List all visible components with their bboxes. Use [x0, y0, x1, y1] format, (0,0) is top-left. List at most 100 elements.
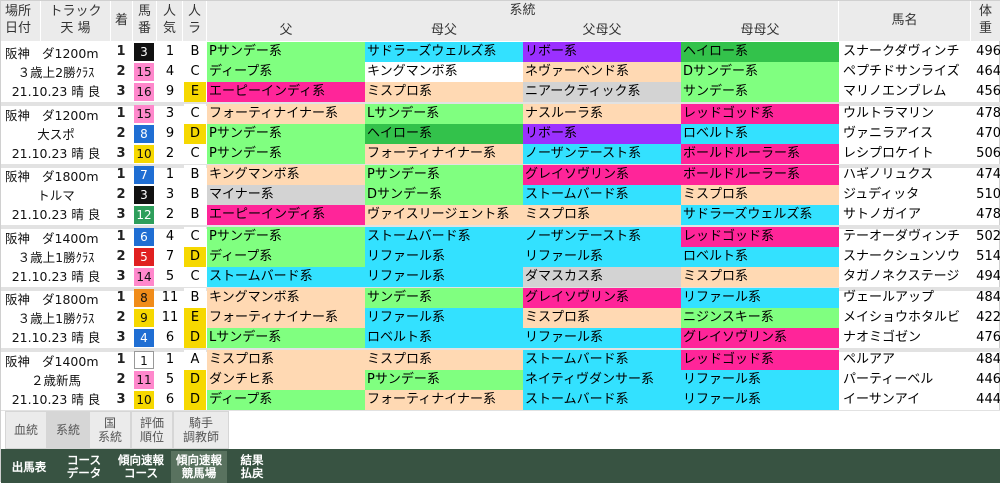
result-row[interactable]: 3 10 6 D ディープ系 フォーティナイナー系 ストームバード系 リファール系 イーサンアイ…	[111, 389, 1000, 410]
nav-entries[interactable]: 出馬表	[5, 451, 53, 483]
race-date: 21.10.23 晴 良	[11, 207, 101, 222]
horse-name[interactable]: ハギノリュクス	[841, 165, 971, 185]
race-date: 21.10.23 晴 良	[11, 330, 101, 345]
header-weight: 体 重	[971, 1, 1000, 41]
header-num: 馬 番	[133, 1, 157, 41]
horse-name[interactable]: ヴァニラアイス	[841, 124, 971, 144]
rating-letter: D	[184, 389, 206, 410]
horse-weight: 444	[976, 391, 1000, 407]
sire-dam-sire-lineage: リファール系	[523, 246, 681, 267]
result-row[interactable]: 3 12 2 B エーピーインディ系 ヴァイスリージェント系 ミスプロ系 サドラーズウェルズ系…	[111, 205, 1000, 225]
horse-name[interactable]: ペプチドサンライズ	[841, 62, 971, 82]
horse-name[interactable]: メイショウホタルビ	[841, 308, 971, 328]
horse-name[interactable]: スナークシュンソウ	[841, 247, 971, 267]
header-weight-top: 体	[978, 4, 992, 19]
nav-course-data[interactable]: コース データ	[57, 451, 111, 483]
result-row[interactable]: 1 3 1 B Pサンデー系 サドラーズウェルズ系 リボー系 ヘイロー系 スナークダヴィンチ 49…	[111, 42, 1000, 62]
result-row[interactable]: 1 1 1 A ミスプロ系 ミスプロ系 ストームバード系 レッドゴッド系 ペルアア 484	[111, 349, 1000, 370]
rating-letter: B	[184, 165, 206, 185]
horse-number-badge: 10	[134, 390, 154, 409]
race-block: 阪神 ダ1400m ２歳新馬 21.10.23 晴 良 1 1 1 A ミスプロ系 ミスプロ系 スト…	[1, 349, 1000, 414]
popularity: 2	[165, 207, 175, 222]
horse-name[interactable]: パーティーベル	[841, 370, 971, 390]
result-row[interactable]: 3 4 6 D Lサンデー系 ロベルト系 リファール系 グレイソヴリン系 ナオミゴゼン 476	[111, 328, 1000, 348]
horse-name[interactable]: タガノネクステージ	[841, 267, 971, 287]
dam-sire-lineage: ストームバード系	[365, 226, 523, 247]
result-row[interactable]: 3 10 2 C Pサンデー系 フォーティナイナー系 ノーザンテースト系 ボールドルーラー系レ…	[111, 143, 1000, 164]
tab-bloodline[interactable]: 血統	[5, 411, 47, 449]
race-class: トルマ	[37, 188, 75, 203]
finish-rank: 2	[116, 64, 126, 79]
horse-name[interactable]: スナークダヴィンチ	[841, 42, 971, 62]
dam-sire-lineage: サンデー系	[365, 288, 523, 308]
result-row[interactable]: 2 5 7 D ディープ系 リファール系 リファール系 ロベルト系 スナークシュンソウ 514	[111, 246, 1000, 267]
race-block: 阪神 ダ1800m トルマ 21.10.23 晴 良 1 7 1 B キングマンボ系 Pサンデー系…	[1, 165, 1000, 229]
sire-lineage: Pサンデー系	[207, 226, 365, 247]
result-row[interactable]: 2 8 9 D Pサンデー系 ヘイロー系 リボー系 ロベルト系 ヴァニラアイス 470	[111, 123, 1000, 144]
dam-sire-lineage: リファール系	[365, 308, 523, 328]
header-dam-dam-sire: 母母父	[740, 23, 780, 38]
result-row[interactable]: 1 8 11 B キングマンボ系 サンデー系 グレイソヴリン系 リファール系 ヴェールアップ 48…	[111, 288, 1000, 308]
rating-letter: C	[184, 226, 206, 247]
sire-dam-sire-lineage: リボー系	[523, 123, 681, 144]
nav-label: コース データ	[66, 453, 102, 480]
result-row[interactable]: 2 11 5 D ダンチヒ系 Pサンデー系 ネイティヴダンサー系 リファール系 パーティーベル 4…	[111, 369, 1000, 390]
rating-letter: B	[184, 185, 206, 205]
horse-name[interactable]: マリノエンブレム	[841, 82, 971, 102]
dam-sire-lineage: ミスプロ系	[365, 82, 523, 102]
horse-name[interactable]: ナオミゴゼン	[841, 328, 971, 348]
result-row[interactable]: 2 15 4 C ディープ系 キングマンボ系 ネヴァーベンド系 Dサンデー系 ペプチドサンライズ…	[111, 62, 1000, 82]
tab-lineage[interactable]: 系統	[47, 411, 89, 449]
popularity: 1	[165, 44, 175, 59]
horse-name[interactable]: イーサンアイ	[841, 390, 971, 410]
horse-name[interactable]: ペルアア	[841, 350, 971, 370]
horse-number-badge: 3	[134, 186, 154, 204]
race-info: 阪神 ダ1400m ２歳新馬 21.10.23 晴 良	[1, 350, 111, 410]
dam-dam-sire-lineage: ボールドルーラー系	[681, 165, 839, 185]
finish-rank: 1	[116, 44, 126, 59]
horse-name[interactable]: サトノガイア	[841, 205, 971, 225]
dam-dam-sire-lineage: Dサンデー系	[681, 62, 839, 82]
sire-lineage: Lサンデー系	[207, 328, 365, 348]
horse-weight: 422	[976, 310, 1000, 325]
tab-country-lineage[interactable]: 国系統	[89, 411, 131, 449]
popularity: 7	[165, 248, 175, 264]
horse-number-badge: 3	[134, 43, 154, 61]
horse-name[interactable]: テーオーダヴィンチ	[841, 227, 971, 247]
result-row[interactable]: 2 3 3 B マイナー系 Dサンデー系 ストームバード系 ミスプロ系 ジュディッタ 510	[111, 185, 1000, 205]
finish-rank: 2	[116, 125, 126, 141]
popularity: 1	[165, 351, 175, 367]
race-class: ３歳上1勝ｸﾗｽ	[17, 311, 95, 326]
dam-dam-sire-lineage: ヘイロー系	[681, 42, 839, 62]
result-row[interactable]: 1 15 3 C フォーティナイナー系 Lサンデー系 ナスルーラ系 レッドゴッド系 ウルトラマリ…	[111, 103, 1000, 124]
result-row[interactable]: 1 7 1 B キングマンボ系 Pサンデー系 グレイソヴリン系 ボールドルーラー系 ハギノリュク…	[111, 165, 1000, 185]
finish-rank: 3	[116, 84, 126, 99]
sire-lineage: ストームバード系	[207, 266, 365, 287]
race-class: ３歳上1勝ｸﾗｽ	[17, 249, 95, 265]
tab-label: 国系統	[97, 416, 122, 444]
result-row[interactable]: 1 6 4 C Pサンデー系 ストームバード系 ノーザンテースト系 レッドゴッド系 テーオーダヴ…	[111, 226, 1000, 247]
horse-number-badge: 5	[134, 247, 154, 266]
horse-name[interactable]: ヴェールアップ	[841, 288, 971, 308]
rating-letter: B	[184, 205, 206, 225]
result-row[interactable]: 3 14 5 C ストームバード系 リファール系 ダマスカス系 ミスプロ系 タガノネクステージ 4…	[111, 266, 1000, 287]
horse-name[interactable]: レシプロケイト	[841, 144, 971, 164]
nav-trend-venue[interactable]: 傾向速報 競馬場	[171, 451, 227, 483]
lineage-tabs: 血統 系統 国系統 評価 順位 騎手 調教師	[1, 411, 1000, 449]
sire-dam-sire-lineage: ネイティヴダンサー系	[523, 369, 681, 390]
tab-jockey-trainer[interactable]: 騎手 調教師	[173, 411, 229, 449]
result-row[interactable]: 3 16 9 E エーピーインディ系 ミスプロ系 ニアークティック系 サンデー系 マリノエンブレ…	[111, 82, 1000, 102]
dam-sire-lineage: サドラーズウェルズ系	[365, 42, 523, 62]
sire-dam-sire-lineage: ダマスカス系	[523, 266, 681, 287]
nav-results[interactable]: 結果 払戻	[229, 451, 275, 483]
race-venue-line: 阪神 ダ1800m	[5, 167, 107, 186]
horse-name[interactable]: ジュディッタ	[841, 185, 971, 205]
race-track: ダ1400m	[42, 353, 99, 369]
race-date: 21.10.23 晴 良	[11, 268, 101, 284]
horse-name[interactable]: ウルトラマリン	[841, 104, 971, 124]
nav-trend-course[interactable]: 傾向速報 コース	[113, 451, 169, 483]
dam-sire-lineage: Lサンデー系	[365, 103, 523, 124]
tab-rating-rank[interactable]: 評価 順位	[131, 411, 173, 449]
result-row[interactable]: 2 9 11 E フォーティナイナー系 リファール系 ミスプロ系 ニジンスキー系 メイショウホタ…	[111, 308, 1000, 328]
race-class: ２歳新馬	[30, 372, 81, 388]
